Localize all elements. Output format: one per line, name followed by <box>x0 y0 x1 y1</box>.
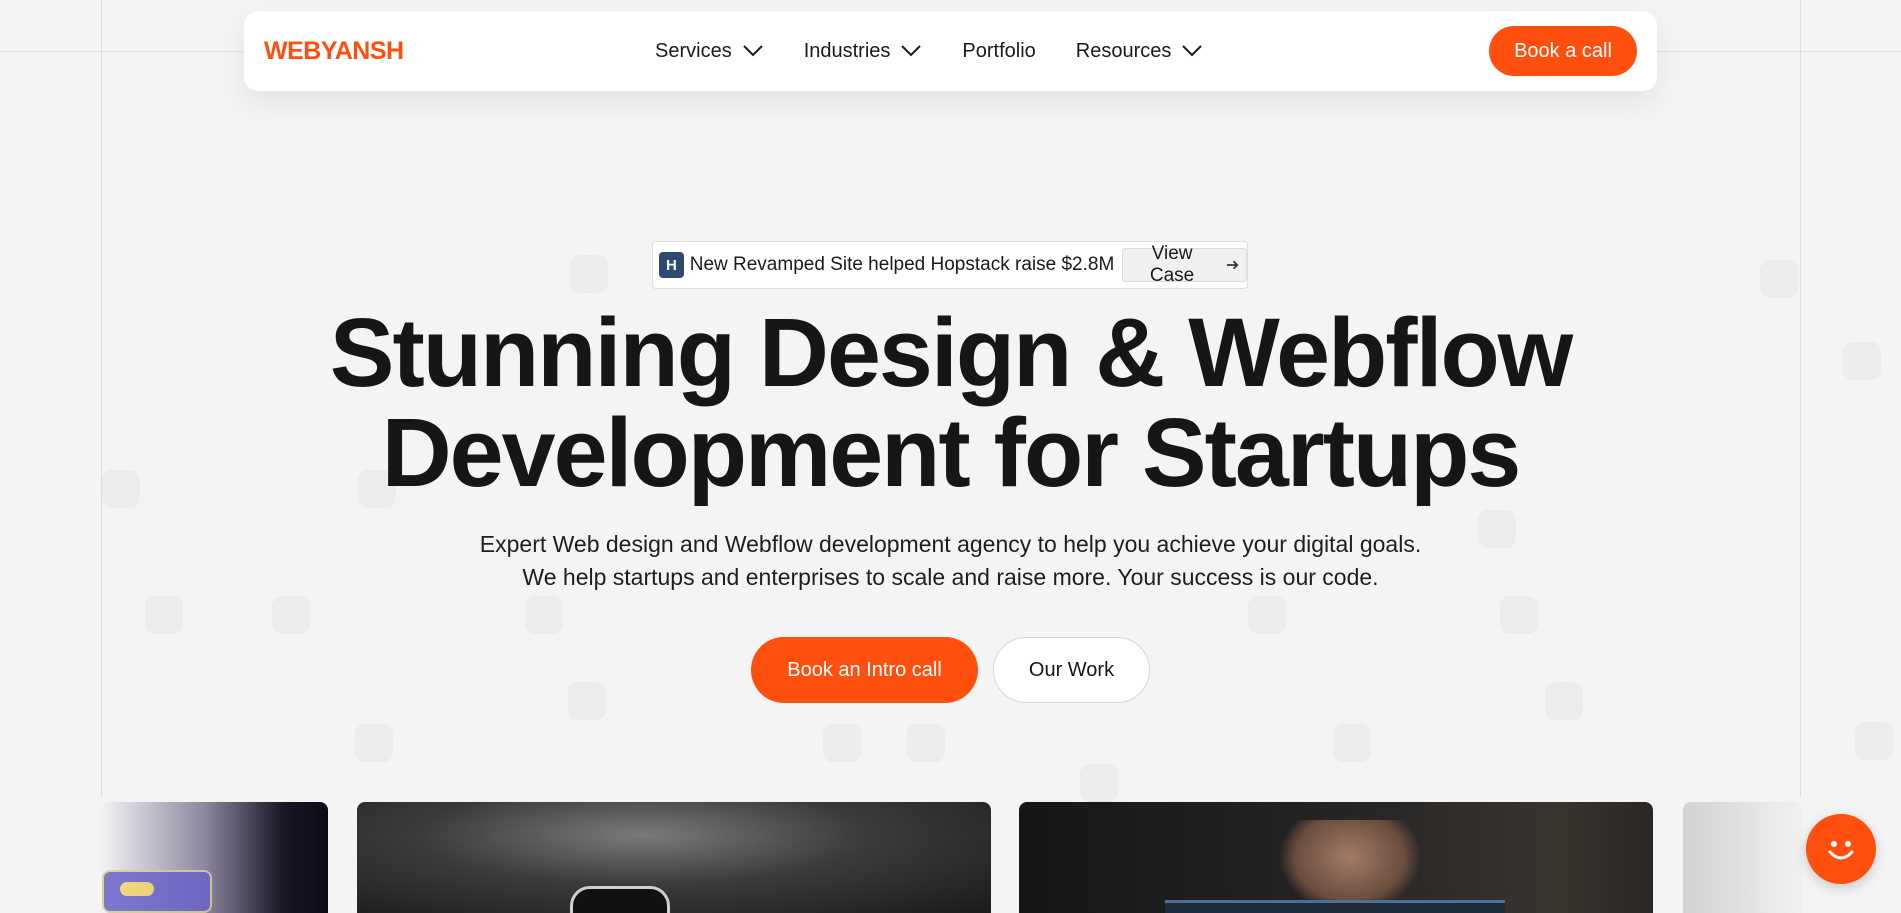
book-intro-call-button[interactable]: Book an Intro call <box>751 637 978 703</box>
bg-tile <box>1545 682 1583 720</box>
arrow-right-icon <box>1226 260 1239 270</box>
bg-tile <box>1500 596 1538 634</box>
our-work-button[interactable]: Our Work <box>993 637 1150 703</box>
hero-title: Stunning Design & Webflow Development fo… <box>0 303 1901 503</box>
showcase-card-partial[interactable] <box>1683 802 1803 913</box>
nav-item-label: Portfolio <box>962 39 1036 62</box>
device-image <box>570 886 670 913</box>
laptop-image <box>1165 900 1505 913</box>
bg-tile <box>823 724 861 762</box>
bg-tile <box>1248 596 1286 634</box>
hero-subtitle-line: We help startups and enterprises to scal… <box>522 564 1379 590</box>
chevron-down-icon <box>1182 45 1203 57</box>
view-case-label: View Case <box>1149 243 1195 286</box>
chevron-down-icon <box>901 45 922 57</box>
brand-logo[interactable]: WEBYANSH <box>264 37 404 66</box>
ui-mockup-pill <box>120 882 154 896</box>
hero-title-line: Development for Startups <box>381 398 1522 507</box>
nav-item-label: Resources <box>1075 39 1172 62</box>
bg-tile <box>355 724 393 762</box>
announcement-banner: H New Revamped Site helped Hopstack rais… <box>652 241 1248 289</box>
bg-tile <box>568 682 606 720</box>
nav-item-label: Industries <box>803 39 891 62</box>
nav-item-label: Services <box>655 39 732 62</box>
bg-tile <box>525 596 563 634</box>
bg-tile <box>145 596 183 634</box>
bg-tile <box>1333 724 1371 762</box>
nav-menu: Services Industries Portfolio Resources <box>655 11 1243 91</box>
top-navbar: WEBYANSH Services Industries Portfolio R… <box>244 11 1657 91</box>
hero-subtitle-line: Expert Web design and Webflow developmen… <box>479 531 1422 557</box>
announcement-text: New Revamped Site helped Hopstack raise … <box>689 254 1115 275</box>
bg-tile <box>1760 260 1798 298</box>
bg-tile <box>1080 764 1118 802</box>
bg-tile <box>1855 722 1893 760</box>
nav-item-industries[interactable]: Industries <box>804 40 923 63</box>
smiley-chat-icon <box>1828 841 1854 860</box>
hero-title-line: Stunning Design & Webflow <box>329 298 1573 407</box>
nav-item-portfolio[interactable]: Portfolio <box>962 40 1035 63</box>
hopstack-logo: H <box>659 252 684 278</box>
book-a-call-button[interactable]: Book a call <box>1489 26 1637 76</box>
bg-tile <box>272 596 310 634</box>
chevron-down-icon <box>742 45 763 57</box>
showcase-card-device-on-rock[interactable] <box>357 802 991 913</box>
hero-subtitle: Expert Web design and Webflow developmen… <box>0 528 1901 594</box>
ui-mockup-image <box>102 870 212 913</box>
chat-widget-button[interactable] <box>1806 814 1876 884</box>
nav-item-services[interactable]: Services <box>655 40 764 63</box>
nav-item-resources[interactable]: Resources <box>1076 40 1204 63</box>
view-case-button[interactable]: View Case <box>1122 243 1247 286</box>
bg-tile <box>907 724 945 762</box>
bg-tile <box>570 255 608 293</box>
